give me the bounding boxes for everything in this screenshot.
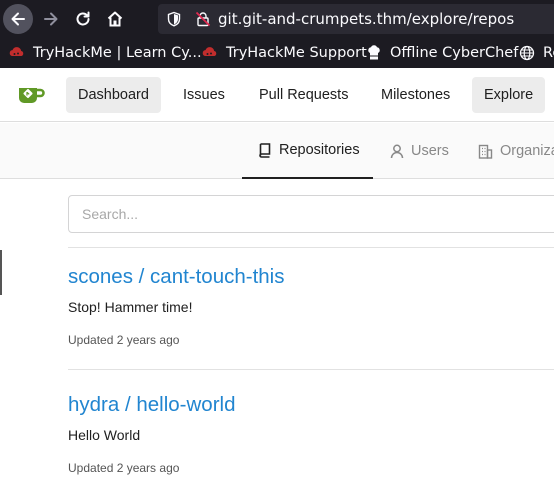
repo-updated-time: Updated 2 years ago — [68, 333, 180, 347]
gitea-logo-icon[interactable] — [16, 84, 46, 110]
tab-label: Organiza — [500, 143, 554, 159]
person-icon — [390, 144, 404, 159]
insecure-lock-icon[interactable] — [195, 11, 211, 31]
browser-toolbar: git.git-and-crumpets.thm/explore/repos — [0, 0, 554, 38]
search-input[interactable] — [68, 195, 554, 233]
window-edge — [0, 250, 2, 295]
arrow-left-icon — [11, 12, 25, 26]
nav-issues[interactable]: Issues — [171, 77, 237, 113]
arrow-right-icon — [44, 12, 58, 26]
nav-milestones[interactable]: Milestones — [369, 77, 462, 113]
home-icon — [107, 11, 123, 27]
book-icon — [258, 142, 272, 158]
tab-users[interactable]: Users — [390, 123, 449, 179]
bookmark-label: Offline CyberChef — [390, 45, 519, 61]
explore-tabs: Repositories Users Organiza — [0, 123, 554, 179]
forward-button[interactable] — [36, 4, 66, 34]
repo-description: Stop! Hammer time! — [68, 299, 193, 315]
repo-title-link[interactable]: hydra / hello-world — [68, 393, 236, 417]
nav-dashboard[interactable]: Dashboard — [66, 77, 161, 113]
chef-hat-icon — [366, 45, 382, 61]
nav-explore[interactable]: Explore — [472, 77, 546, 113]
bookmark-re[interactable]: Re — [519, 44, 554, 62]
shield-icon[interactable] — [166, 11, 182, 31]
site-header: Dashboard Issues Pull Requests Milestone… — [0, 68, 554, 122]
bookmark-label: Re — [543, 45, 554, 61]
tryhackme-icon — [9, 45, 25, 61]
tab-repositories[interactable]: Repositories — [242, 123, 373, 179]
divider — [68, 247, 554, 248]
tryhackme-icon — [202, 45, 218, 61]
divider — [68, 369, 554, 370]
bookmarks-bar: TryHackMe | Learn Cy... TryHackMe Suppor… — [0, 38, 554, 68]
bookmark-offline-cyberchef[interactable]: Offline CyberChef — [366, 44, 518, 62]
repo-updated-time: Updated 2 years ago — [68, 461, 180, 475]
repo-title-link[interactable]: scones / cant-touch-this — [68, 265, 285, 289]
repo-description: Hello World — [68, 427, 141, 443]
bookmark-label: TryHackMe | Learn Cy... — [33, 45, 202, 61]
home-button[interactable] — [100, 4, 130, 34]
tab-label: Users — [411, 143, 449, 159]
globe-icon — [519, 45, 535, 61]
address-bar[interactable]: git.git-and-crumpets.thm/explore/repos — [158, 4, 554, 34]
tab-label: Repositories — [279, 142, 360, 158]
url-text: git.git-and-crumpets.thm/explore/repos — [218, 10, 515, 28]
tab-organizations[interactable]: Organiza — [478, 123, 554, 179]
bookmark-tryhackme-support[interactable]: TryHackMe Support — [202, 44, 367, 62]
back-button[interactable] — [3, 4, 33, 34]
reload-icon — [76, 11, 90, 26]
organization-icon — [478, 144, 493, 159]
bookmark-label: TryHackMe Support — [226, 45, 367, 61]
bookmark-tryhackme-learn[interactable]: TryHackMe | Learn Cy... — [9, 44, 202, 62]
nav-pull-requests[interactable]: Pull Requests — [247, 77, 360, 113]
reload-button[interactable] — [68, 4, 98, 34]
